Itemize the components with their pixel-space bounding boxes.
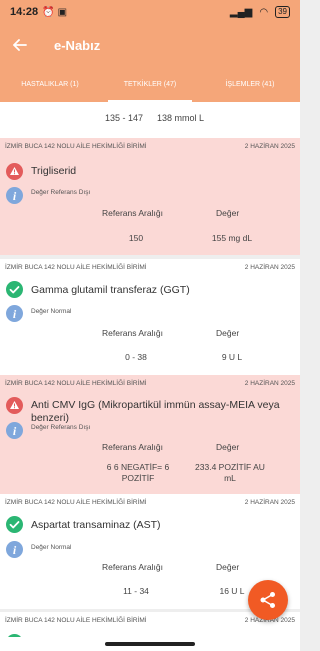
test-name: Anti CMV IgG (Mikropartikül immün assay-… [31, 399, 280, 424]
institution-name: İZMİR BUCA 142 NOLU AİLE HEKİMLİĞİ BİRİM… [5, 380, 147, 387]
result-value: 138 mmol L [157, 113, 205, 123]
status-label: Değer Normal [31, 544, 72, 551]
status-time: 14:28 [10, 6, 39, 18]
list-item[interactable]: 135 - 147 138 mmol L [0, 102, 300, 138]
status-bar: 14:28 ⏰ ▣ ▂▄▆ ◠ 39 [0, 0, 300, 24]
status-label: Değer Normal [31, 308, 72, 315]
list-item[interactable]: İZMİR BUCA 142 NOLU AİLE HEKİMLİĞİ BİRİM… [0, 375, 300, 494]
result-value: 155 mg dL [211, 233, 253, 243]
battery-indicator: 39 [275, 6, 290, 18]
info-icon: i [6, 541, 23, 558]
status-label: Değer Referans Dışı [31, 189, 91, 196]
results-list[interactable]: 135 - 147 138 mmol L İZMİR BUCA 142 NOLU… [0, 102, 300, 637]
result-value: 233.4 POZİTİF AU mL [195, 462, 265, 483]
notification-icon: ▣ [57, 6, 68, 18]
value-header: Değer [216, 442, 240, 452]
test-name: Gamma glutamil transferaz (GGT) [31, 284, 190, 296]
warning-triangle-icon [6, 397, 23, 414]
share-icon [260, 592, 275, 608]
result-date: 2 HAZİRAN 2025 [244, 380, 295, 387]
tab-tetkikler[interactable]: TETKİKLER (47) [100, 66, 200, 102]
ref-range-value: 150 [128, 233, 144, 243]
arrow-left-icon [13, 39, 27, 51]
ref-range-value: 11 - 34 [123, 586, 149, 596]
tab-bar: HASTALIKLAR (1) TETKİKLER (47) İŞLEMLER … [0, 66, 300, 102]
ref-range-header: Referans Aralığı [102, 442, 163, 452]
list-item[interactable]: İZMİR BUCA 142 NOLU AİLE HEKİMLİĞİ BİRİM… [0, 259, 300, 376]
share-button[interactable] [248, 580, 288, 620]
signal-icon: ▂▄▆ [229, 6, 253, 18]
institution-name: İZMİR BUCA 142 NOLU AİLE HEKİMLİĞİ BİRİM… [5, 143, 147, 150]
home-indicator[interactable] [105, 642, 195, 646]
institution-name: İZMİR BUCA 142 NOLU AİLE HEKİMLİĞİ BİRİM… [5, 264, 147, 271]
system-nav-bar [0, 637, 300, 651]
result-date: 2 HAZİRAN 2025 [244, 264, 295, 271]
list-item[interactable]: İZMİR BUCA 142 NOLU AİLE HEKİMLİĞİ BİRİM… [0, 138, 300, 255]
ref-range-value: 135 - 147 [104, 113, 143, 123]
back-button[interactable] [10, 35, 30, 55]
ref-range-value: 6 6 NEGATİF= 6 POZİTİF [106, 462, 170, 483]
result-date: 2 HAZİRAN 2025 [244, 143, 295, 150]
app-title: e-Nabız [54, 37, 101, 53]
ref-range-header: Referans Aralığı [102, 208, 163, 218]
institution-name: İZMİR BUCA 142 NOLU AİLE HEKİMLİĞİ BİRİM… [5, 617, 147, 624]
tab-hastaliklar[interactable]: HASTALIKLAR (1) [0, 66, 100, 102]
wifi-icon: ◠ [259, 6, 269, 18]
ref-range-value: 0 - 38 [125, 352, 147, 362]
warning-triangle-icon [6, 163, 23, 180]
value-header: Değer [216, 328, 240, 338]
test-name: Trigliserid [31, 165, 77, 177]
test-name: Aspartat transaminaz (AST) [31, 519, 161, 531]
check-circle-icon [6, 281, 23, 298]
info-icon: i [6, 305, 23, 322]
status-label: Değer Referans Dışı [31, 424, 91, 431]
institution-name: İZMİR BUCA 142 NOLU AİLE HEKİMLİĞİ BİRİM… [5, 499, 147, 506]
ref-range-header: Referans Aralığı [102, 562, 163, 572]
value-header: Değer [216, 208, 240, 218]
tab-islemler[interactable]: İŞLEMLER (41) [200, 66, 300, 102]
alarm-icon: ⏰ [42, 6, 55, 18]
ref-range-header: Referans Aralığı [102, 328, 163, 338]
check-circle-icon [6, 516, 23, 533]
result-date: 2 HAZİRAN 2025 [244, 499, 295, 506]
info-icon: i [6, 422, 23, 439]
info-icon: i [6, 187, 23, 204]
result-value: 9 U L [221, 352, 243, 362]
app-bar: e-Nabız [0, 24, 300, 66]
value-header: Değer [216, 562, 240, 572]
